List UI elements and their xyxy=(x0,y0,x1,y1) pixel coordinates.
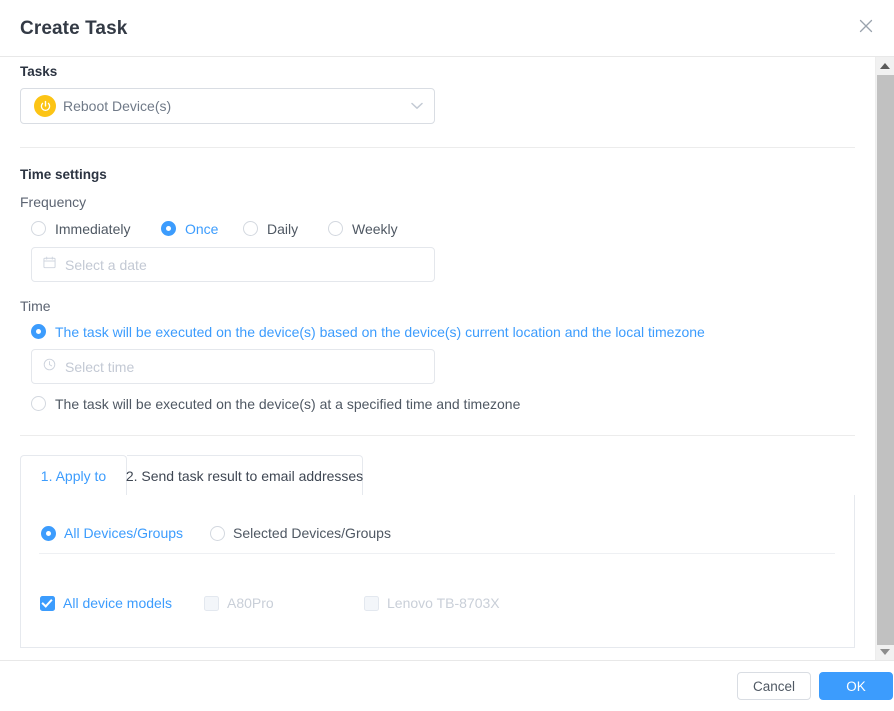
task-type-value: Reboot Device(s) xyxy=(63,98,172,114)
power-icon xyxy=(34,95,56,117)
tab-send-task-result[interactable]: 2. Send task result to email addresses xyxy=(125,455,364,496)
cancel-button[interactable]: Cancel xyxy=(737,672,811,700)
dialog-body: Tasks Reboot Device(s) Time settings Fre… xyxy=(0,57,874,660)
divider-tasks xyxy=(20,147,855,148)
scroll-down-arrow-icon[interactable] xyxy=(876,643,894,660)
radio-time-specified[interactable] xyxy=(31,396,46,411)
time-settings-label: Time settings xyxy=(20,167,107,182)
date-input[interactable]: Select a date xyxy=(31,247,435,282)
radio-all-devices-groups[interactable] xyxy=(41,526,56,541)
divider-time xyxy=(20,435,855,436)
label-a80pro: A80Pro xyxy=(227,595,274,611)
label-lenovo-tb-8703x: Lenovo TB-8703X xyxy=(387,595,500,611)
calendar-icon xyxy=(43,256,56,274)
frequency-label: Frequency xyxy=(20,194,87,210)
dialog-footer: Cancel OK xyxy=(0,660,894,711)
ok-button-label: OK xyxy=(846,678,866,694)
vertical-scrollbar[interactable] xyxy=(875,57,894,660)
radio-frequency-once[interactable] xyxy=(161,221,176,236)
label-all-devices-groups[interactable]: All Devices/Groups xyxy=(64,525,183,541)
radio-time-local[interactable] xyxy=(31,324,46,339)
clock-icon xyxy=(43,358,56,376)
tab-send-task-result-label: 2. Send task result to email addresses xyxy=(125,467,364,484)
task-type-select[interactable]: Reboot Device(s) xyxy=(20,88,435,124)
radio-selected-devices-groups[interactable] xyxy=(210,526,225,541)
label-all-device-models[interactable]: All device models xyxy=(63,595,172,611)
chevron-down-icon xyxy=(411,97,423,115)
label-frequency-daily[interactable]: Daily xyxy=(267,221,298,237)
checkbox-lenovo-tb-8703x xyxy=(364,596,379,611)
ok-button[interactable]: OK xyxy=(819,672,893,700)
radio-frequency-daily[interactable] xyxy=(243,221,258,236)
tab-strip: 1. Apply to 2. Send task result to email… xyxy=(20,455,855,496)
checkbox-all-device-models[interactable] xyxy=(40,596,55,611)
tab-apply-to[interactable]: 1. Apply to xyxy=(20,455,127,496)
tab-apply-to-label: 1. Apply to xyxy=(40,467,107,484)
checkbox-a80pro xyxy=(204,596,219,611)
time-input-placeholder: Select time xyxy=(65,358,135,375)
label-frequency-immediately[interactable]: Immediately xyxy=(55,221,130,237)
cancel-button-label: Cancel xyxy=(752,678,796,694)
page-title: Create Task xyxy=(20,18,128,39)
label-frequency-once[interactable]: Once xyxy=(185,221,218,237)
radio-frequency-immediately[interactable] xyxy=(31,221,46,236)
divider-scope xyxy=(39,553,835,554)
close-icon[interactable] xyxy=(855,15,877,37)
date-input-placeholder: Select a date xyxy=(65,256,147,273)
label-time-local[interactable]: The task will be executed on the device(… xyxy=(55,324,705,340)
label-selected-devices-groups[interactable]: Selected Devices/Groups xyxy=(233,525,391,541)
label-frequency-weekly[interactable]: Weekly xyxy=(352,221,398,237)
time-input[interactable]: Select time xyxy=(31,349,435,384)
check-icon xyxy=(41,596,53,608)
dialog-header: Create Task xyxy=(0,0,894,57)
tab-content-apply-to: All Devices/Groups Selected Devices/Grou… xyxy=(20,495,855,648)
apply-to-panel: 1. Apply to 2. Send task result to email… xyxy=(20,455,855,648)
label-time-specified[interactable]: The task will be executed on the device(… xyxy=(55,396,520,412)
tasks-section-label: Tasks xyxy=(20,64,58,79)
create-task-dialog: Create Task Tasks Reboot Device(s) Time … xyxy=(0,0,894,711)
scrollbar-thumb[interactable] xyxy=(877,75,894,645)
radio-frequency-weekly[interactable] xyxy=(328,221,343,236)
scroll-up-arrow-icon[interactable] xyxy=(876,57,894,74)
time-label: Time xyxy=(20,298,51,314)
